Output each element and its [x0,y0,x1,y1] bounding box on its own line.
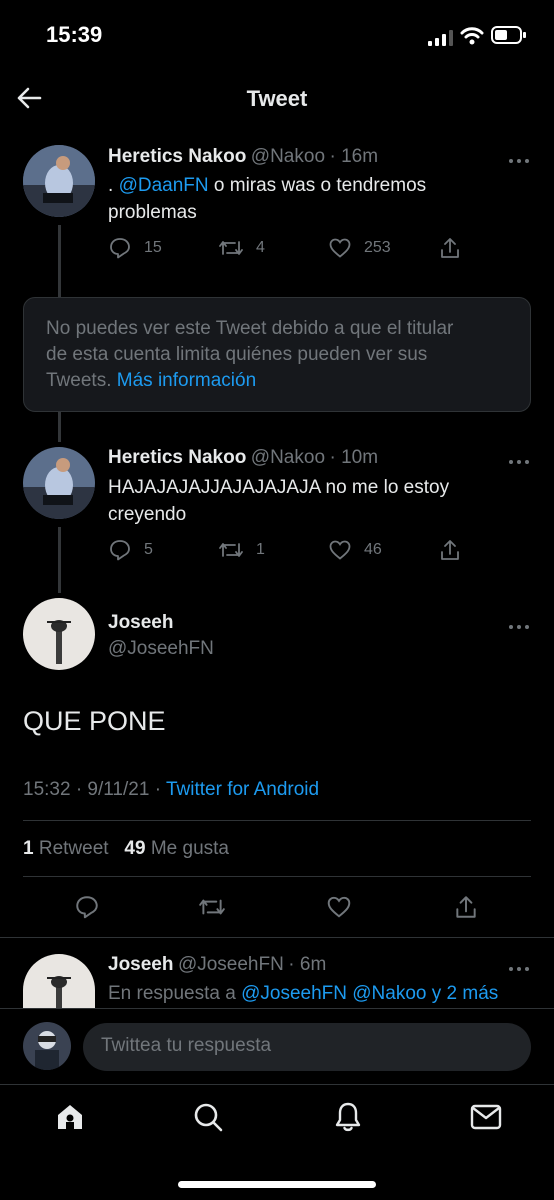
divider [23,820,531,821]
tweet-time: · 6m [288,954,327,975]
thread-line [58,527,61,593]
status-time: 15:39 [46,22,103,47]
author-name[interactable]: Heretics Nakoo [108,447,246,468]
retweet-button[interactable]: 1 [218,538,265,562]
page-title: Tweet [246,86,308,111]
like-button[interactable]: 253 [328,236,391,260]
tweet-body: HAJAJAJAJJAJAJAJAJA no me lo estoy creye… [108,477,450,525]
signal-icon [428,30,454,51]
more-icon[interactable] [507,152,531,163]
reply-input[interactable]: Twittea tu respuesta [83,1023,531,1071]
divider [0,1084,554,1085]
tweet-source-link[interactable]: Twitter for Android [166,779,319,800]
reply-icon[interactable] [74,894,100,925]
more-icon[interactable] [507,453,531,464]
avatar[interactable] [23,954,95,1010]
tweet-header: Heretics Nakoo @Nakoo · 10m [108,447,378,469]
author-handle[interactable]: @Nakoo [251,146,325,167]
author-name[interactable]: Heretics Nakoo [108,146,246,167]
retweet-icon [219,241,243,255]
battery-icon [491,25,527,50]
retweet-icon[interactable] [198,894,226,925]
author-handle[interactable]: @JoseehFN [108,638,214,660]
notifications-icon[interactable] [332,1100,364,1139]
heart-icon [329,540,351,560]
share-icon[interactable] [438,236,462,265]
more-icon[interactable] [507,960,531,971]
tweet-timestamp: 15:32 · 9/11/21 · [23,779,162,800]
divider [0,937,554,938]
reply-icon [110,540,130,561]
thread-line [58,412,61,442]
author-name[interactable]: Joseeh [108,954,173,975]
unavailable-tweet-notice: No puedes ver este Tweet debido a que el… [23,297,531,412]
thread-line [58,225,61,297]
avatar[interactable] [23,1022,71,1070]
tweet-time: · 10m [329,447,379,468]
messages-icon[interactable] [470,1104,502,1135]
more-icon[interactable] [507,618,531,629]
avatar[interactable] [23,145,95,217]
retweet-icon [219,543,243,557]
home-icon[interactable] [54,1102,86,1137]
home-indicator [178,1181,376,1188]
reply-button[interactable]: 5 [108,538,153,562]
like-stat[interactable]: 49 Me gusta [124,838,229,859]
tweet-meta: 15:32 · 9/11/21 · Twitter for Android [23,779,319,801]
reply-mentions-link[interactable]: @JoseehFN @Nakoo y 2 más [241,983,498,1004]
retweet-button[interactable]: 4 [218,236,265,260]
share-icon[interactable] [438,538,462,567]
more-info-link[interactable]: Más información [117,370,256,391]
avatar[interactable] [23,598,95,670]
mention-link[interactable]: @DaanFN [119,175,209,196]
divider [23,876,531,877]
tweet-time: · 16m [329,146,379,167]
reply-icon [110,238,130,259]
reply-button[interactable]: 15 [108,236,162,260]
heart-icon [329,238,351,258]
author-handle[interactable]: @Nakoo [251,447,325,468]
tweet-body: . @DaanFN o miras was o tendremos proble… [108,175,427,223]
author-name[interactable]: Joseeh [108,612,173,634]
author-handle[interactable]: @JoseehFN [178,954,284,975]
heart-icon[interactable] [326,894,352,925]
engagement-stats: 1 Retweet 49 Me gusta [23,838,229,860]
wifi-icon [460,26,484,51]
main-tweet-text: QUE PONE [23,706,166,736]
tweet-header: Heretics Nakoo @Nakoo · 16m [108,146,378,168]
like-button[interactable]: 46 [328,538,382,562]
reply-context: En respuesta a @JoseehFN @Nakoo y 2 más [108,983,499,1004]
tweet-header: Joseeh @JoseehFN · 6m [108,954,326,976]
retweet-stat[interactable]: 1 Retweet [23,838,109,859]
share-icon[interactable] [453,894,479,925]
search-icon[interactable] [192,1101,224,1138]
divider [0,1008,554,1009]
avatar[interactable] [23,447,95,519]
